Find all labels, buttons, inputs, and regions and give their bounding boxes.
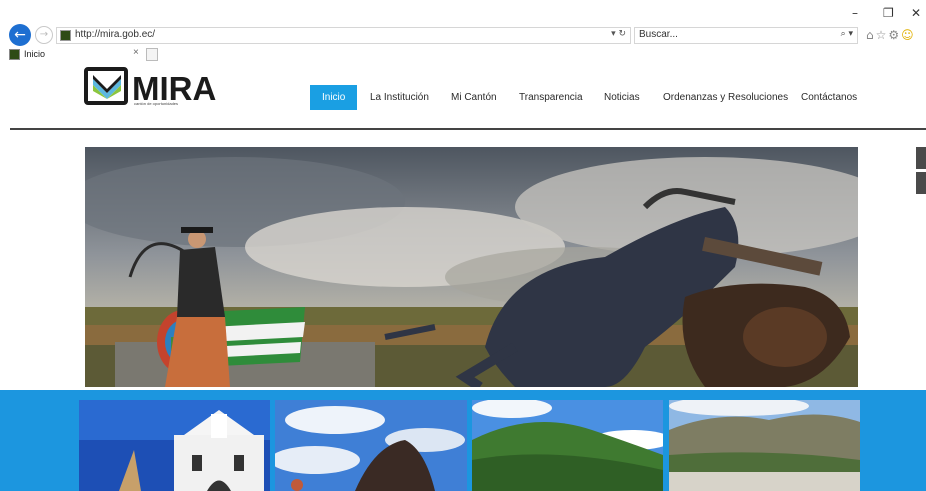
address-bar[interactable]: http://mira.gob.ec/ ▾ ↻ xyxy=(56,27,631,44)
nav-item-noticias[interactable]: Noticias xyxy=(604,85,640,110)
nav-item-contactanos[interactable]: Contáctanos xyxy=(801,85,857,110)
valley-image xyxy=(669,400,860,491)
thumbnail-mountains[interactable] xyxy=(472,400,663,491)
address-url: http://mira.gob.ec/ xyxy=(75,29,156,40)
church-image xyxy=(79,400,270,491)
logo-tagline: cantón de oportunidades xyxy=(134,101,179,106)
site-header: MIRA cantón de oportunidades Inicio La I… xyxy=(10,64,926,130)
restore-button[interactable]: ❐ xyxy=(883,6,894,20)
close-button[interactable]: ✕ xyxy=(911,6,921,20)
back-arrow-icon[interactable]: ← xyxy=(9,24,31,46)
hero-banner xyxy=(85,147,858,387)
side-tab-2[interactable] xyxy=(916,172,926,194)
forward-arrow-icon[interactable]: → xyxy=(35,26,53,44)
tab-close-icon[interactable]: × xyxy=(133,47,139,58)
thumbnail-bull-statue[interactable] xyxy=(275,400,467,491)
nav-item-inicio[interactable]: Inicio xyxy=(310,85,358,110)
search-input[interactable]: Buscar... xyxy=(639,29,678,40)
star-icon[interactable]: ☆ xyxy=(876,28,889,42)
nav-item-mi-canton[interactable]: Mi Cantón xyxy=(451,85,497,110)
nav-item-la-institucion[interactable]: La Institución xyxy=(370,85,429,110)
toolbar-icons: ⌂☆⚙☺ xyxy=(866,28,916,42)
nav-item-ordenanzas[interactable]: Ordenanzas y Resoluciones xyxy=(663,85,788,110)
site-logo[interactable]: MIRA cantón de oportunidades xyxy=(84,67,216,107)
thumbnail-church[interactable] xyxy=(79,400,270,491)
side-tab-1[interactable] xyxy=(916,147,926,169)
browser-tab[interactable]: Inicio × xyxy=(9,47,144,63)
bull-statue-image xyxy=(275,400,467,491)
home-icon[interactable]: ⌂ xyxy=(866,28,876,42)
tab-favicon xyxy=(9,49,20,60)
logo-emblem xyxy=(84,67,128,105)
search-box[interactable]: Buscar... ⌕ ▾ xyxy=(634,27,858,44)
thumbnail-valley[interactable] xyxy=(669,400,860,491)
smiley-icon[interactable]: ☺ xyxy=(901,28,916,42)
nav-item-transparencia[interactable]: Transparencia xyxy=(519,85,583,110)
new-tab-button[interactable] xyxy=(146,48,158,61)
browser-chrome: ← → http://mira.gob.ec/ ▾ ↻ Buscar... ⌕ … xyxy=(0,0,926,64)
site-favicon xyxy=(60,30,71,41)
hero-image xyxy=(85,147,858,387)
settings-icon[interactable]: ⚙ xyxy=(888,28,901,42)
search-icon[interactable]: ⌕ ▾ xyxy=(841,29,853,39)
minimize-button[interactable]: – xyxy=(852,6,858,20)
tab-title: Inicio xyxy=(24,49,46,59)
mountains-image xyxy=(472,400,663,491)
refresh-icon[interactable]: ▾ ↻ xyxy=(611,29,626,39)
